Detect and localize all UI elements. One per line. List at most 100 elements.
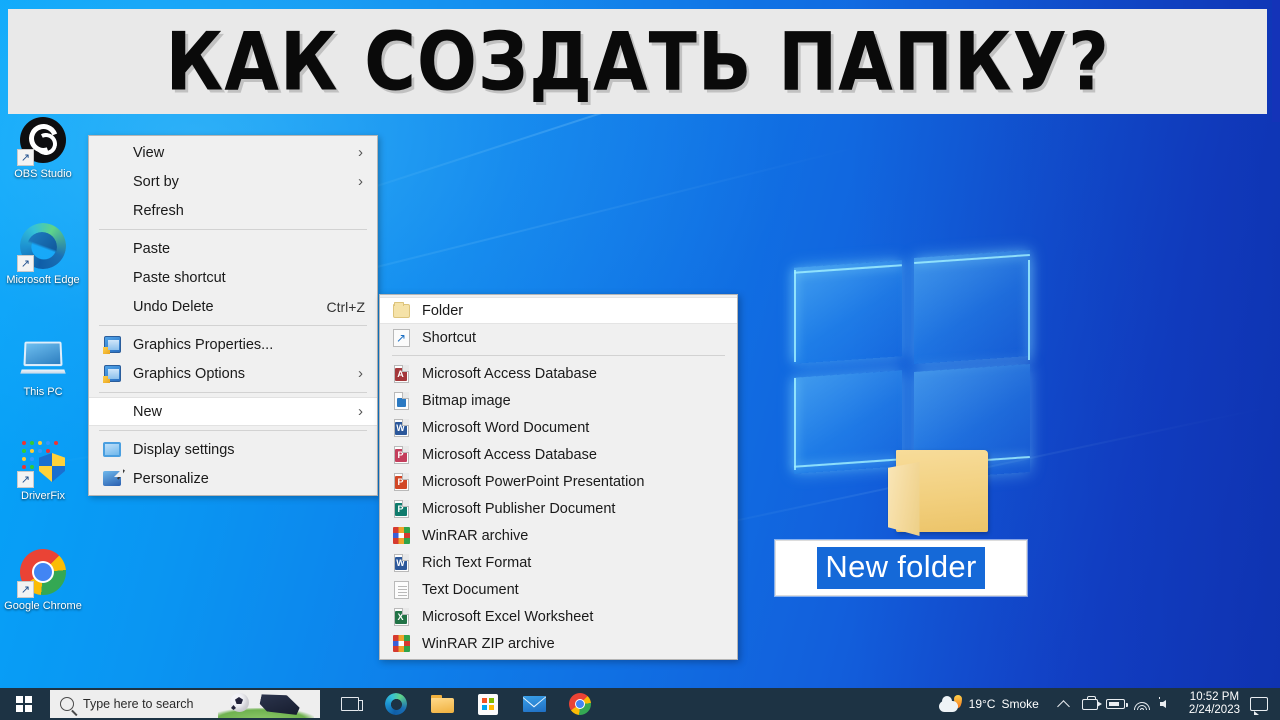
submenu-item-word-document[interactable]: W Microsoft Word Document xyxy=(380,414,737,441)
desktop-icon-label: This PC xyxy=(23,386,63,398)
menu-separator xyxy=(99,229,367,230)
context-menu-item-label: Graphics Options xyxy=(133,365,246,382)
microsoft-edge-icon: ↗ xyxy=(17,222,67,272)
submenu-item-powerpoint-presentation[interactable]: P Microsoft PowerPoint Presentation xyxy=(380,468,737,495)
access-icon: A xyxy=(390,364,412,383)
start-button[interactable] xyxy=(0,688,48,720)
taskbar-google-chrome-button[interactable] xyxy=(568,692,592,716)
context-menu-item-label: Paste shortcut xyxy=(133,269,226,286)
network-tray-icon[interactable] xyxy=(1129,688,1155,720)
submenu-item-rich-text-format[interactable]: W Rich Text Format xyxy=(380,549,737,576)
context-menu-item-undo-delete[interactable]: Undo Delete Ctrl+Z xyxy=(89,292,377,321)
desktop-icon-microsoft-edge[interactable]: ↗ Microsoft Edge xyxy=(4,222,82,286)
desktop-icon-label: Microsoft Edge xyxy=(6,274,80,286)
show-hidden-icons-button[interactable] xyxy=(1051,688,1077,720)
context-menu-item-label: Display settings xyxy=(133,441,235,458)
context-menu-item-accelerator: Ctrl+Z xyxy=(326,298,366,315)
this-pc-icon xyxy=(19,334,67,382)
webcam-tray-icon[interactable] xyxy=(1077,688,1103,720)
context-menu-item-sort-by[interactable]: Sort by › xyxy=(89,167,377,196)
taskbar-pinned-icons xyxy=(338,692,592,716)
windows-logo-edge xyxy=(1028,260,1030,360)
context-menu-item-label: Undo Delete xyxy=(133,298,214,315)
submenu-item-access-database[interactable]: A Microsoft Access Database xyxy=(380,360,737,387)
submenu-item-label: WinRAR ZIP archive xyxy=(422,635,555,652)
context-menu-item-paste[interactable]: Paste xyxy=(89,234,377,263)
battery-tray-icon[interactable] xyxy=(1103,688,1129,720)
context-menu-item-personalize[interactable]: Personalize xyxy=(89,464,377,493)
display-icon xyxy=(99,442,125,457)
speaker-icon xyxy=(1158,697,1177,711)
windows-logo-pane xyxy=(914,249,1030,365)
desktop-icon-label: OBS Studio xyxy=(14,168,72,180)
context-menu-item-graphics-properties[interactable]: Graphics Properties... xyxy=(89,330,377,359)
submenu-item-shortcut[interactable]: ↗ Shortcut xyxy=(380,324,737,351)
context-menu-item-label: Graphics Properties... xyxy=(133,336,274,353)
context-menu-item-graphics-options[interactable]: Graphics Options › xyxy=(89,359,377,388)
taskbar-microsoft-edge-button[interactable] xyxy=(384,692,408,716)
desktop-icon-driverfix[interactable]: ↗ DriverFix xyxy=(4,438,82,502)
volume-tray-icon[interactable] xyxy=(1155,688,1181,720)
action-center-button[interactable] xyxy=(1248,688,1274,720)
new-submenu: Folder ↗ Shortcut A Microsoft Access Dat… xyxy=(379,294,738,660)
context-menu-item-display-settings[interactable]: Display settings xyxy=(89,435,377,464)
system-tray: 19°C Smoke 10:52 PM 2/24/2023 xyxy=(938,688,1280,720)
chevron-up-icon xyxy=(1057,699,1071,713)
context-menu-item-new[interactable]: New › xyxy=(89,397,377,426)
submenu-item-bitmap-image[interactable]: Bitmap image xyxy=(380,387,737,414)
taskbar-file-explorer-button[interactable] xyxy=(430,692,454,716)
folder-icon xyxy=(882,440,992,536)
context-menu-item-paste-shortcut[interactable]: Paste shortcut xyxy=(89,263,377,292)
desktop-icon-this-pc[interactable]: This PC xyxy=(4,334,82,398)
folder-rename-input[interactable]: New folder xyxy=(775,540,1027,596)
task-view-button[interactable] xyxy=(338,692,363,716)
desktop-icon-google-chrome[interactable]: ↗ Google Chrome xyxy=(4,548,82,612)
video-title-banner: КАК СОЗДАТЬ ПАПКУ? xyxy=(8,9,1267,114)
submenu-item-text-document[interactable]: Text Document xyxy=(380,576,737,603)
menu-separator xyxy=(99,392,367,393)
chevron-right-icon: › xyxy=(358,144,363,161)
context-menu-item-view[interactable]: View › xyxy=(89,138,377,167)
menu-separator xyxy=(99,325,367,326)
windows-logo-pane xyxy=(794,260,902,364)
clock-button[interactable]: 10:52 PM 2/24/2023 xyxy=(1181,691,1248,717)
desktop-icon-obs-studio[interactable]: ↗ OBS Studio xyxy=(4,116,82,180)
context-menu-item-refresh[interactable]: Refresh xyxy=(89,196,377,225)
submenu-item-excel-worksheet[interactable]: X Microsoft Excel Worksheet xyxy=(380,603,737,630)
new-folder-desktop-item[interactable]: New folder xyxy=(775,440,1027,596)
camera-icon xyxy=(1081,695,1102,710)
obs-studio-icon: ↗ xyxy=(17,116,67,166)
submenu-item-folder[interactable]: Folder xyxy=(380,297,737,324)
folder-icon xyxy=(390,301,412,318)
weather-widget[interactable]: 19°C Smoke xyxy=(938,695,1039,713)
taskbar-mail-button[interactable] xyxy=(522,692,546,716)
taskbar-microsoft-store-button[interactable] xyxy=(476,692,500,716)
desktop-icon-label: DriverFix xyxy=(21,490,65,502)
submenu-item-label: Microsoft Excel Worksheet xyxy=(422,608,594,625)
submenu-item-winrar-zip-archive[interactable]: WinRAR ZIP archive xyxy=(380,630,737,657)
chevron-right-icon: › xyxy=(358,173,363,190)
banner-title-text: КАК СОЗДАТЬ ПАПКУ? xyxy=(165,13,1110,109)
publisher-icon: P xyxy=(390,499,412,518)
submenu-item-publisher-document[interactable]: P Microsoft Publisher Document xyxy=(380,495,737,522)
windows-logo-edge xyxy=(794,270,796,362)
shortcut-arrow-icon: ↗ xyxy=(17,581,34,598)
word-icon: W xyxy=(390,418,412,437)
banner-right-strip xyxy=(1272,0,1280,122)
windows-logo-edge xyxy=(794,378,796,470)
windows-logo-icon xyxy=(16,696,32,712)
context-menu-item-label: Personalize xyxy=(133,470,209,487)
clock-date: 2/24/2023 xyxy=(1188,704,1240,716)
submenu-item-winrar-archive[interactable]: WinRAR archive xyxy=(380,522,737,549)
access-alt-icon: P xyxy=(390,445,412,464)
context-menu-item-label: View xyxy=(133,144,165,161)
battery-icon xyxy=(1106,699,1129,709)
submenu-item-label: Text Document xyxy=(422,581,519,598)
submenu-item-access-database-alt[interactable]: P Microsoft Access Database xyxy=(380,441,737,468)
menu-separator xyxy=(392,355,725,356)
context-menu-item-label: Paste xyxy=(133,240,171,257)
wifi-icon xyxy=(1133,697,1151,711)
graphics-icon xyxy=(99,365,125,383)
search-input[interactable]: Type here to search xyxy=(50,690,320,718)
context-menu-item-label: New xyxy=(133,403,163,420)
